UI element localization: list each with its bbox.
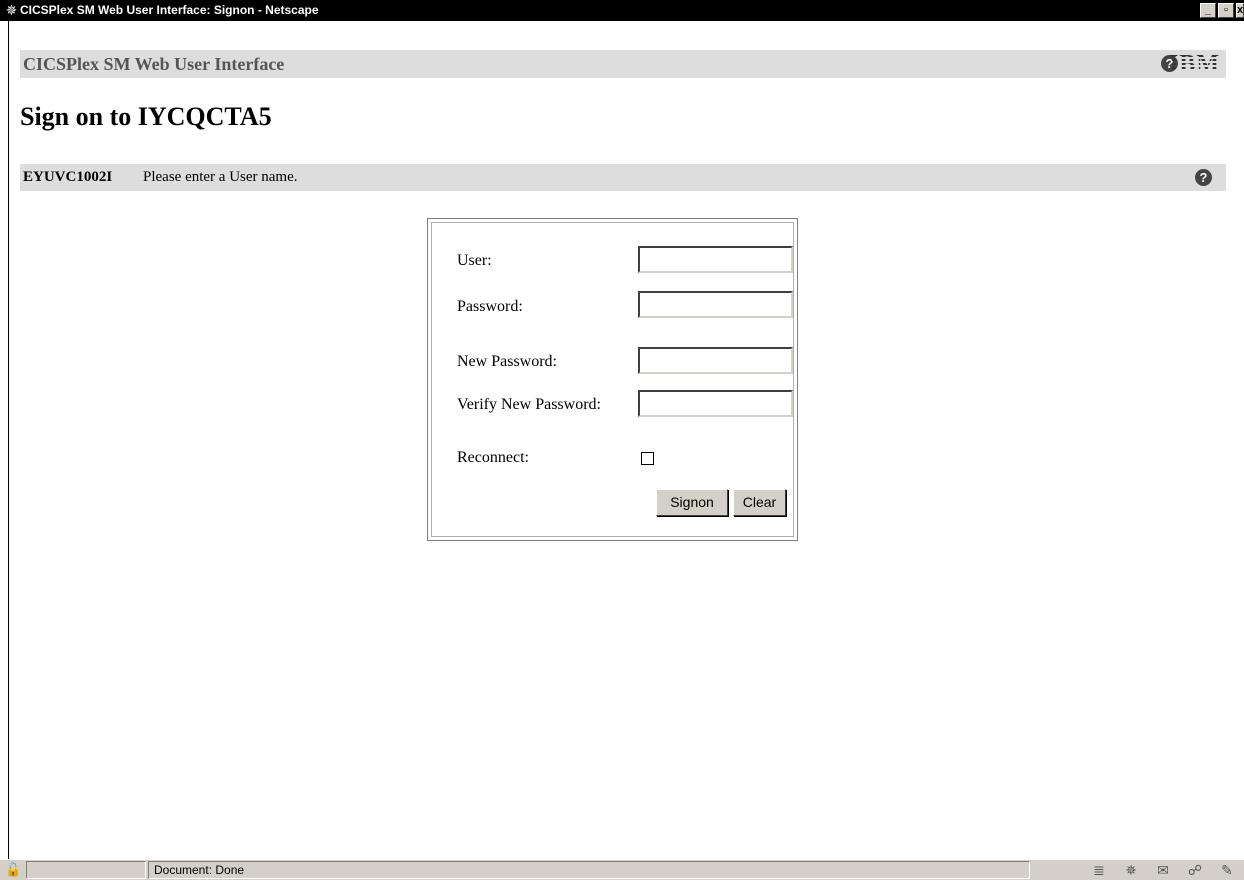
reconnect-label: Reconnect: xyxy=(457,449,529,466)
new-password-label: New Password: xyxy=(457,353,557,370)
verify-password-label: Verify New Password: xyxy=(457,396,601,413)
security-lock-icon[interactable]: 🔓 xyxy=(5,862,21,878)
new-password-input[interactable] xyxy=(638,347,793,374)
ibm-logo: IBM xyxy=(1169,51,1220,77)
discussion-icon[interactable]: ☍ xyxy=(1184,862,1206,879)
clear-button[interactable]: Clear xyxy=(733,489,786,516)
frame-border xyxy=(0,21,9,859)
signon-form-inner: User: Password: New Password: Verify New… xyxy=(431,222,794,537)
user-label: User: xyxy=(457,252,492,269)
reconnect-checkbox[interactable] xyxy=(641,452,654,465)
banner-title: CICSPlex SM Web User Interface xyxy=(23,54,285,74)
message-text: Please enter a User name. xyxy=(143,169,298,185)
message-bar: EYUVC1002I Please enter a User name. ? xyxy=(20,164,1226,191)
status-text-cell xyxy=(148,861,1030,879)
netscape-icon: ✵ xyxy=(5,2,18,18)
component-bar: ≣ ✵ ✉ ☍ ✎ xyxy=(1088,862,1238,879)
navigator-icon[interactable]: ✵ xyxy=(1120,862,1142,879)
help-icon[interactable]: ? xyxy=(1195,169,1212,186)
page-title: Sign on to IYCQCTA5 xyxy=(20,102,272,131)
close-button[interactable]: x xyxy=(1236,3,1244,18)
composer-icon[interactable]: ✎ xyxy=(1216,862,1238,879)
component-bar-icon[interactable]: ≣ xyxy=(1088,862,1110,879)
signon-button[interactable]: Signon xyxy=(656,489,728,516)
password-label: Password: xyxy=(457,298,523,315)
window-title: CICSPlex SM Web User Interface: Signon -… xyxy=(20,3,319,17)
verify-password-input[interactable] xyxy=(638,390,793,417)
header-banner: CICSPlex SM Web User Interface ? IBM xyxy=(20,50,1226,78)
user-input[interactable] xyxy=(638,246,793,273)
minimize-button[interactable]: _ xyxy=(1200,3,1216,18)
progress-cell xyxy=(26,861,146,879)
message-id: EYUVC1002I xyxy=(23,169,113,185)
status-bar: 🔓 Document: Done ≣ ✵ ✉ ☍ ✎ xyxy=(0,859,1244,880)
status-text: Document: Done xyxy=(154,863,245,877)
window-controls: _ ▫ x xyxy=(1200,3,1244,18)
password-input[interactable] xyxy=(638,291,793,318)
mail-icon[interactable]: ✉ xyxy=(1152,862,1174,879)
window-titlebar: ✵ CICSPlex SM Web User Interface: Signon… xyxy=(0,0,1244,21)
signon-form: User: Password: New Password: Verify New… xyxy=(427,218,798,541)
maximize-button[interactable]: ▫ xyxy=(1218,3,1234,18)
